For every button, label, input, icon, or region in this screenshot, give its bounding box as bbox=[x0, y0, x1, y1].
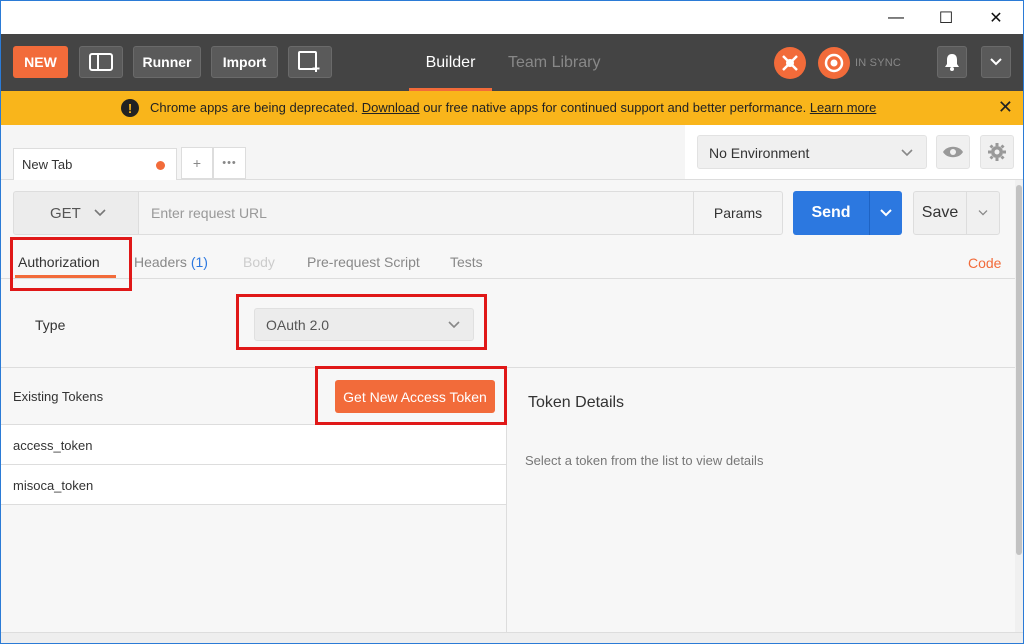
request-tab-label: New Tab bbox=[22, 157, 73, 172]
toggle-sidebar-button[interactable] bbox=[79, 46, 123, 78]
add-tab-button[interactable]: + bbox=[181, 147, 213, 179]
banner-text-start: Chrome apps are being deprecated. bbox=[150, 100, 362, 115]
environment-quick-look-button[interactable] bbox=[936, 135, 970, 169]
warning-icon: ! bbox=[121, 99, 139, 117]
headers-count-badge: (1) bbox=[190, 254, 208, 270]
tab-headers[interactable]: Headers (1) bbox=[134, 254, 208, 270]
token-list-item[interactable]: access_token bbox=[1, 425, 506, 465]
eye-icon bbox=[943, 146, 963, 158]
sync-icon bbox=[824, 53, 844, 73]
code-link[interactable]: Code bbox=[968, 255, 1001, 271]
environment-select[interactable]: No Environment bbox=[697, 135, 927, 169]
chevron-down-icon bbox=[880, 209, 892, 217]
manage-environments-button[interactable] bbox=[980, 135, 1014, 169]
tab-builder-label: Builder bbox=[425, 54, 476, 71]
highlight-get-token bbox=[315, 366, 507, 425]
banner-text-end: our free native apps for continued suppo… bbox=[419, 100, 810, 115]
send-button[interactable]: Send bbox=[793, 191, 869, 235]
maximize-button[interactable]: ☐ bbox=[921, 1, 971, 34]
tab-builder[interactable]: Builder bbox=[409, 46, 492, 91]
banner-close-button[interactable]: ✕ bbox=[998, 97, 1013, 118]
new-window-icon bbox=[298, 51, 320, 72]
sync-status-button[interactable] bbox=[818, 47, 850, 79]
token-details-title: Token Details bbox=[528, 394, 625, 411]
new-window-button[interactable] bbox=[288, 46, 332, 78]
unsaved-dot-icon bbox=[156, 161, 165, 170]
minimize-button[interactable]: — bbox=[871, 1, 921, 34]
request-tab[interactable]: New Tab bbox=[13, 148, 177, 180]
new-button[interactable]: NEW bbox=[13, 46, 68, 78]
tab-pre-request-script[interactable]: Pre-request Script bbox=[307, 254, 420, 270]
tab-team-library[interactable]: Team Library bbox=[508, 46, 600, 91]
import-button[interactable]: Import bbox=[211, 46, 278, 78]
chevron-down-icon bbox=[978, 210, 988, 216]
send-options-button[interactable] bbox=[869, 191, 902, 235]
postman-window: — ☐ ✕ NEW Runner Import Builder Team Lib… bbox=[0, 0, 1024, 644]
interceptor-button[interactable] bbox=[774, 47, 806, 79]
satellite-icon bbox=[782, 55, 798, 71]
method-value: GET bbox=[50, 204, 81, 222]
tab-more-button[interactable]: ••• bbox=[213, 147, 246, 179]
sync-status-text: IN SYNC bbox=[855, 57, 902, 69]
tab-headers-label: Headers bbox=[134, 254, 187, 270]
save-button[interactable]: Save bbox=[913, 191, 967, 235]
existing-tokens-title: Existing Tokens bbox=[13, 389, 104, 404]
notifications-button[interactable] bbox=[937, 46, 967, 78]
method-select[interactable]: GET bbox=[13, 191, 139, 235]
url-input[interactable]: Enter request URL bbox=[139, 191, 695, 235]
banner-message: Chrome apps are being deprecated. Downlo… bbox=[150, 100, 876, 115]
auth-type-row bbox=[1, 280, 1015, 368]
learn-more-link[interactable]: Learn more bbox=[810, 100, 876, 115]
save-options-button[interactable] bbox=[966, 191, 1000, 235]
download-link[interactable]: Download bbox=[362, 100, 420, 115]
gear-icon bbox=[988, 143, 1006, 161]
params-button[interactable]: Params bbox=[693, 191, 783, 235]
chevron-down-icon bbox=[990, 58, 1002, 66]
token-details-hint: Select a token from the list to view det… bbox=[525, 453, 764, 468]
tab-tests[interactable]: Tests bbox=[450, 254, 483, 270]
highlight-authorization-tab bbox=[10, 237, 132, 291]
request-subtabs: Authorization Headers (1) Body Pre-reque… bbox=[1, 241, 1015, 279]
tab-team-library-label: Team Library bbox=[508, 54, 601, 71]
chevron-down-icon bbox=[94, 209, 106, 217]
chevron-down-icon bbox=[901, 149, 913, 157]
request-tab-strip: New Tab bbox=[1, 125, 685, 180]
environment-select-value: No Environment bbox=[709, 145, 810, 161]
url-placeholder: Enter request URL bbox=[151, 205, 267, 221]
auth-type-label: Type bbox=[35, 317, 66, 333]
scrollbar-thumb[interactable] bbox=[1016, 185, 1022, 555]
window-title-bar: — ☐ ✕ bbox=[1, 1, 1023, 34]
sidebar-icon bbox=[89, 53, 113, 71]
runner-button[interactable]: Runner bbox=[133, 46, 201, 78]
token-list-item[interactable]: misoca_token bbox=[1, 465, 506, 505]
bell-icon bbox=[945, 54, 959, 71]
close-window-button[interactable]: ✕ bbox=[971, 1, 1021, 34]
settings-menu-button[interactable] bbox=[981, 46, 1011, 78]
tab-body[interactable]: Body bbox=[243, 254, 275, 270]
footer-bar bbox=[1, 632, 1023, 643]
highlight-auth-type bbox=[236, 294, 487, 350]
deprecation-banner: ! Chrome apps are being deprecated. Down… bbox=[1, 91, 1023, 125]
